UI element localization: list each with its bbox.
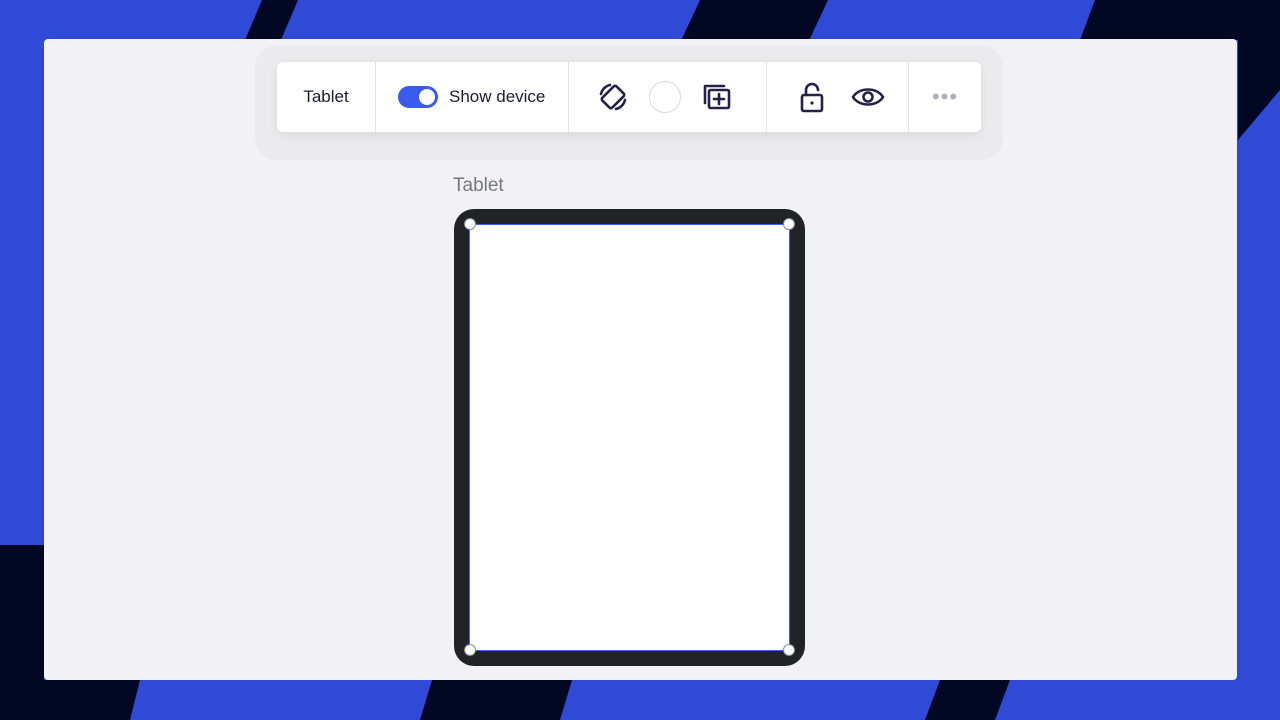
unlock-icon[interactable] [794, 79, 830, 115]
add-frame-icon[interactable] [699, 79, 735, 115]
resize-handle-top-right[interactable] [783, 218, 795, 230]
tablet-frame-screen[interactable] [469, 224, 790, 651]
more-section: ••• [909, 62, 981, 132]
rotate-device-icon[interactable] [595, 79, 631, 115]
resize-handle-top-left[interactable] [464, 218, 476, 230]
show-device-label: Show device [449, 87, 546, 106]
more-options-icon[interactable]: ••• [932, 86, 958, 108]
frame-context-toolbar: Tablet Show device ••• [277, 62, 981, 132]
frame-name-section: Tablet [277, 62, 376, 132]
frame-tools-section [569, 62, 767, 132]
frame-title[interactable]: Tablet [453, 175, 504, 197]
show-device-section: Show device [376, 62, 569, 132]
eye-icon[interactable] [850, 79, 886, 115]
frame-name-label[interactable]: Tablet [303, 87, 348, 107]
show-device-toggle[interactable] [398, 86, 438, 108]
resize-handle-bottom-right[interactable] [783, 644, 795, 656]
toggle-knob [419, 89, 435, 105]
resize-handle-bottom-left[interactable] [464, 644, 476, 656]
lock-visibility-section [767, 62, 909, 132]
fill-color-swatch[interactable] [649, 81, 681, 113]
